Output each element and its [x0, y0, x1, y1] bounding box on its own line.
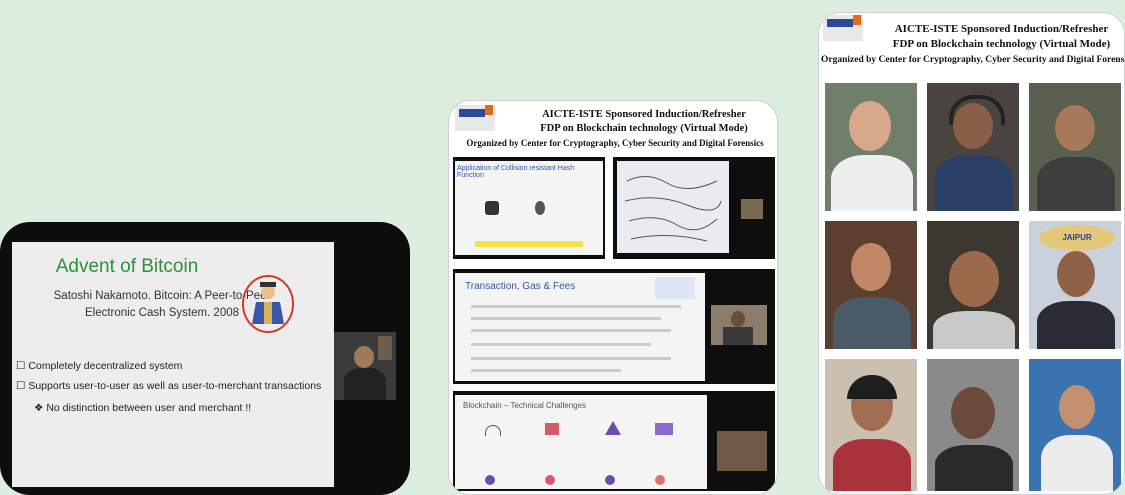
participant-video-tile: [825, 221, 917, 349]
presentation-slide: Advent of Bitcoin Satoshi Nakamoto. Bitc…: [12, 242, 334, 487]
fdp-session-collage: AICTE-ISTE Sponsored Induction/Refresher…: [448, 100, 778, 495]
bullet-item: ❖ No distinction between user and mercha…: [34, 402, 252, 414]
slide-screenshot: Transaction, Gas & Fees: [453, 269, 775, 384]
webinar-screenshot-bitcoin: Advent of Bitcoin Satoshi Nakamoto. Bitc…: [0, 222, 410, 495]
participant-video-tile: [927, 83, 1019, 211]
bullet-item: ☐ Supports user-to-user as well as user-…: [16, 380, 322, 392]
slide-title: Advent of Bitcoin: [55, 256, 199, 277]
participant-video-tile: JAIPUR: [1029, 221, 1121, 349]
institute-logo-icon: [823, 15, 863, 41]
slide-title: Blockchain – Technical Challenges: [463, 401, 587, 410]
institute-logo-icon: [455, 105, 495, 131]
slide-subtitle: Satoshi Nakamoto. Bitcoin: A Peer-to-Pee…: [53, 290, 271, 319]
participant-video-tile: [1029, 359, 1121, 491]
header-line-1: AICTE-ISTE Sponsored Induction/Refresher: [542, 109, 746, 120]
samurai-illustration-icon: [242, 275, 294, 333]
participant-video-tile: [927, 221, 1019, 349]
slide-screenshot: [613, 157, 775, 259]
header-line-2: FDP on Blockchain technology (Virtual Mo…: [892, 38, 1111, 50]
sign-text: JAIPUR: [1039, 225, 1115, 251]
bullet-item: ☐ Completely decentralized system: [16, 360, 183, 372]
participant-video-tile: [825, 83, 917, 211]
participant-video-tile: [825, 359, 917, 491]
slide-screenshot: Blockchain – Technical Challenges: [453, 391, 775, 491]
header-line-1: AICTE-ISTE Sponsored Induction/Refresher: [894, 23, 1109, 35]
participant-video-tile: [1029, 83, 1121, 211]
slide-title: Application of Collision resistant Hash …: [457, 165, 575, 179]
header-line-3: Organized by Center for Cryptography, Cy…: [466, 138, 764, 148]
fdp-participants-collage: AICTE-ISTE Sponsored Induction/Refresher…: [818, 12, 1125, 495]
slide-screenshot: Application of Collision resistant Hash …: [453, 157, 605, 259]
participant-video-tile: [927, 359, 1019, 491]
header-line-3: Organized by Center for Cryptography, Cy…: [821, 55, 1125, 65]
handwritten-notes: [624, 176, 722, 242]
header-line-2: FDP on Blockchain technology (Virtual Mo…: [540, 123, 748, 134]
speaker-webcam: [334, 332, 396, 400]
